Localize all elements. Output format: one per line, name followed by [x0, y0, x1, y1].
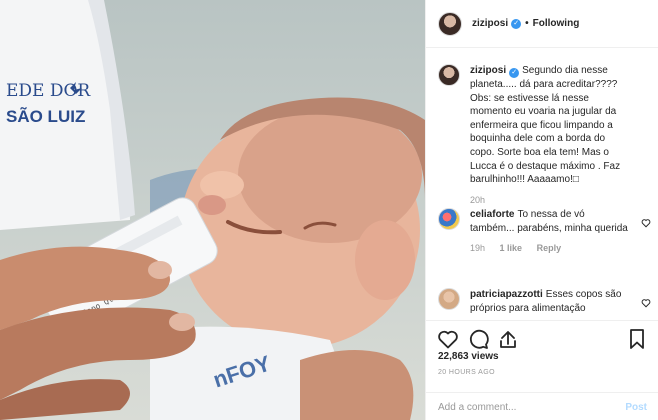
comment-item: patriciapazzotti Esses copos são próprios… [438, 288, 653, 315]
post-sidebar: ziziposi ✓ • Following ziziposi ✓ Segundo … [425, 0, 658, 420]
comment-avatar[interactable] [438, 208, 460, 230]
comment-avatar[interactable] [438, 288, 460, 310]
header-separator: • [525, 18, 529, 29]
post-timestamp[interactable]: 20 HOURS AGO [438, 369, 495, 376]
baby-feeding-photo: EDE DOR SÃO LUIZ nFOY 6 Abr 17:03 [0, 0, 425, 420]
comment-text-block: celiaforte To nessa de vó também... parab… [470, 208, 630, 235]
heart-icon[interactable] [436, 327, 460, 351]
action-icons [436, 327, 526, 351]
following-button[interactable]: Following [533, 18, 580, 29]
comment-item: celiaforte To nessa de vó também... parab… [438, 208, 653, 253]
caption-username[interactable]: ziziposi [470, 65, 506, 76]
instagram-post: EDE DOR SÃO LUIZ nFOY 6 Abr 17:03 [0, 0, 658, 420]
comment-icon[interactable] [466, 327, 490, 351]
post-header: ziziposi ✓ • Following [426, 0, 658, 48]
heart-icon[interactable] [641, 218, 651, 228]
comment-username[interactable]: celiaforte [470, 209, 514, 220]
post-comment-button[interactable]: Post [625, 402, 647, 413]
bookmark-icon[interactable] [625, 327, 649, 351]
author-username[interactable]: ziziposi [472, 18, 508, 29]
comment-likes[interactable]: 1 like [500, 243, 523, 253]
add-comment-input[interactable]: Add a comment... [438, 402, 516, 413]
caption-avatar[interactable] [438, 64, 460, 86]
caption-meta: 20h [470, 195, 630, 205]
post-video[interactable]: EDE DOR SÃO LUIZ nFOY 6 Abr 17:03 [0, 0, 425, 420]
comments-list[interactable]: ziziposi ✓ Segundo dia nesse planeta..... … [426, 48, 658, 320]
caption-item: ziziposi ✓ Segundo dia nesse planeta..... … [438, 64, 653, 205]
comment-text-block: patriciapazzotti Esses copos são próprios… [470, 288, 630, 315]
reply-button[interactable]: Reply [537, 243, 562, 253]
verified-badge-icon: ✓ [509, 68, 520, 78]
add-comment-bar: Add a comment... Post [426, 392, 658, 420]
author-avatar[interactable] [438, 11, 462, 36]
comment-username[interactable]: patriciapazzotti [470, 289, 543, 300]
comment-age[interactable]: 19h [470, 243, 485, 253]
view-count[interactable]: 22,863 views [438, 351, 499, 362]
post-actions: 22,863 views 20 HOURS AGO Add a comment.… [426, 320, 658, 418]
caption-text-block: ziziposi ✓ Segundo dia nesse planeta..... … [470, 64, 630, 187]
verified-badge-icon: ✓ [511, 18, 522, 29]
heart-icon[interactable] [641, 298, 651, 308]
caption-age[interactable]: 20h [470, 195, 485, 205]
comment-meta: 19h 1 like Reply [470, 243, 630, 253]
caption-text: Segundo dia nesse planeta..... dá para a… [470, 65, 621, 186]
share-icon[interactable] [496, 327, 520, 351]
svg-text:SÃO LUIZ: SÃO LUIZ [6, 106, 85, 126]
